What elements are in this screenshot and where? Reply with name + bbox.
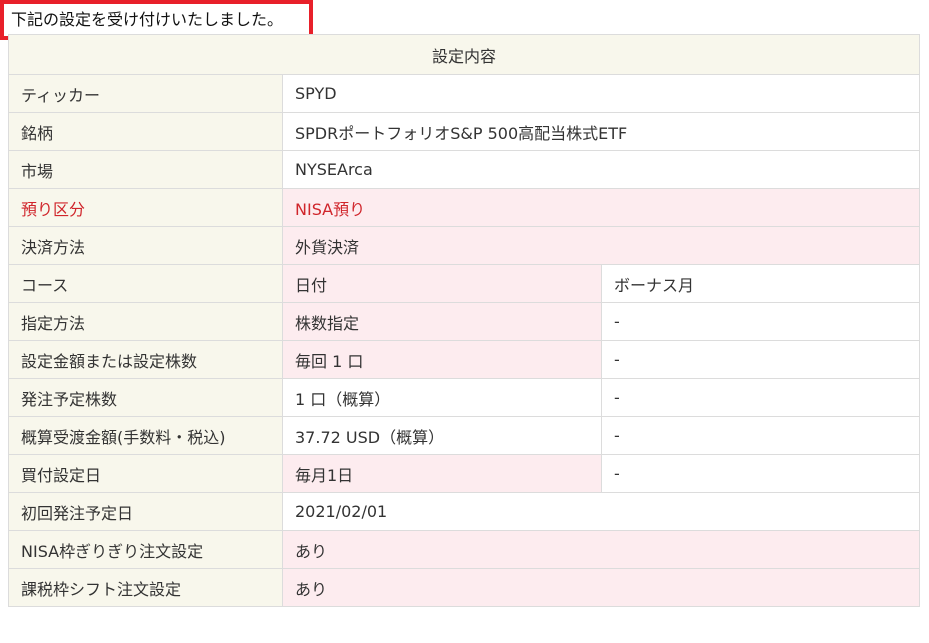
specification-method-label: 指定方法 [8, 302, 283, 341]
account-type-label: 預り区分 [8, 188, 283, 227]
settlement-method-value: 外貨決済 [282, 226, 920, 265]
row-estimated-amount: 概算受渡金額(手数料・税込) 37.72 USD（概算） - [8, 416, 920, 455]
ticker-value: SPYD [282, 74, 920, 113]
row-settlement-method: 決済方法 外貨決済 [8, 226, 920, 265]
taxable-shift-order-value: あり [282, 568, 920, 607]
purchase-date-label: 買付設定日 [8, 454, 283, 493]
planned-shares-bonus-value: - [601, 378, 920, 417]
security-name-label: 銘柄 [8, 112, 283, 151]
estimated-amount-bonus-value: - [601, 416, 920, 455]
market-value: NYSEArca [282, 150, 920, 189]
row-taxable-shift-order: 課税枠シフト注文設定 あり [8, 568, 920, 607]
row-purchase-date: 買付設定日 毎月1日 - [8, 454, 920, 493]
row-nisa-limit-order: NISA枠ぎりぎり注文設定 あり [8, 530, 920, 569]
row-security-name: 銘柄 SPDRポートフォリオS&P 500高配当株式ETF [8, 112, 920, 151]
row-first-order-date: 初回発注予定日 2021/02/01 [8, 492, 920, 531]
settings-table: 設定内容 ティッカー SPYD 銘柄 SPDRポートフォリオS&P 500高配当… [8, 34, 920, 607]
market-label: 市場 [8, 150, 283, 189]
setting-amount-label: 設定金額または設定株数 [8, 340, 283, 379]
estimated-amount-value: 37.72 USD（概算） [282, 416, 602, 455]
planned-shares-value: 1 口（概算） [282, 378, 602, 417]
table-header: 設定内容 [8, 34, 920, 75]
setting-amount-value: 毎回 1 口 [282, 340, 602, 379]
account-type-value: NISA預り [282, 188, 920, 227]
estimated-amount-label: 概算受渡金額(手数料・税込) [8, 416, 283, 455]
row-specification-method: 指定方法 株数指定 - [8, 302, 920, 341]
specification-method-bonus-value: - [601, 302, 920, 341]
table-header-row: 設定内容 [8, 34, 920, 75]
settlement-method-label: 決済方法 [8, 226, 283, 265]
course-date-value: 日付 [282, 264, 602, 303]
first-order-date-label: 初回発注予定日 [8, 492, 283, 531]
nisa-limit-order-value: あり [282, 530, 920, 569]
row-ticker: ティッカー SPYD [8, 74, 920, 113]
row-course: コース 日付 ボーナス月 [8, 264, 920, 303]
planned-shares-label: 発注予定株数 [8, 378, 283, 417]
setting-amount-bonus-value: - [601, 340, 920, 379]
row-planned-shares: 発注予定株数 1 口（概算） - [8, 378, 920, 417]
security-name-value: SPDRポートフォリオS&P 500高配当株式ETF [282, 112, 920, 151]
row-market: 市場 NYSEArca [8, 150, 920, 189]
ticker-label: ティッカー [8, 74, 283, 113]
course-label: コース [8, 264, 283, 303]
row-setting-amount: 設定金額または設定株数 毎回 1 口 - [8, 340, 920, 379]
row-account-type: 預り区分 NISA預り [8, 188, 920, 227]
course-bonus-value: ボーナス月 [601, 264, 920, 303]
taxable-shift-order-label: 課税枠シフト注文設定 [8, 568, 283, 607]
purchase-date-value: 毎月1日 [282, 454, 602, 493]
purchase-date-bonus-value: - [601, 454, 920, 493]
first-order-date-value: 2021/02/01 [282, 492, 920, 531]
specification-method-value: 株数指定 [282, 302, 602, 341]
nisa-limit-order-label: NISA枠ぎりぎり注文設定 [8, 530, 283, 569]
